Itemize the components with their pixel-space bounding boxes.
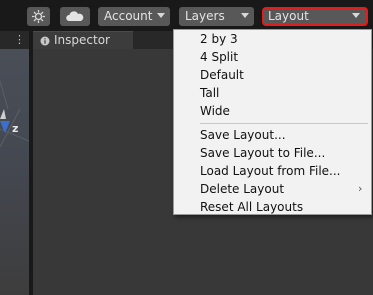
- chevron-right-icon: ›: [358, 182, 363, 195]
- menu-item-label: Save Layout...: [200, 128, 286, 142]
- menu-item-label: Reset All Layouts: [200, 200, 304, 214]
- layout-dropdown[interactable]: Layout: [262, 7, 368, 26]
- menu-item-tall[interactable]: Tall: [174, 84, 371, 102]
- chevron-down-icon: [157, 13, 165, 18]
- account-label: Account: [104, 9, 153, 23]
- main-toolbar: Account Layers Layout: [0, 0, 373, 32]
- menu-item-wide[interactable]: Wide: [174, 102, 371, 120]
- menu-item-4-split[interactable]: 4 Split: [174, 48, 371, 66]
- menu-separator: [200, 123, 368, 124]
- menu-item-label: Save Layout to File...: [200, 146, 326, 160]
- menu-item-load-layout-from-file[interactable]: Load Layout from File...: [174, 162, 371, 180]
- cloud-icon: [66, 11, 84, 21]
- menu-item-label: Load Layout from File...: [200, 164, 341, 178]
- tab-inspector-label: Inspector: [54, 33, 110, 47]
- tab-inspector[interactable]: Inspector: [33, 31, 133, 49]
- scene-view[interactable]: z: [0, 49, 29, 295]
- account-dropdown[interactable]: Account: [98, 7, 170, 26]
- menu-item-2-by-3[interactable]: 2 by 3: [174, 30, 371, 48]
- info-icon: [40, 36, 50, 46]
- menu-item-save-layout-to-file[interactable]: Save Layout to File...: [174, 144, 371, 162]
- layers-dropdown[interactable]: Layers: [179, 7, 254, 26]
- gizmo-z-axis-label: z: [12, 122, 19, 135]
- menu-item-label: 2 by 3: [200, 32, 238, 46]
- kebab-menu-icon[interactable]: ⋮: [14, 31, 25, 48]
- menu-item-reset-all-layouts[interactable]: Reset All Layouts: [174, 198, 371, 216]
- menu-item-default[interactable]: Default: [174, 66, 371, 84]
- menu-item-label: Delete Layout: [200, 182, 285, 196]
- layout-menu: 2 by 3 4 Split Default Tall Wide Save La…: [173, 29, 372, 215]
- menu-item-save-layout[interactable]: Save Layout...: [174, 126, 371, 144]
- layout-label: Layout: [268, 9, 309, 23]
- collab-button[interactable]: [27, 7, 50, 26]
- menu-item-delete-layout[interactable]: Delete Layout ›: [174, 180, 371, 198]
- menu-item-label: Tall: [200, 86, 220, 100]
- chevron-down-icon: [352, 13, 360, 18]
- collab-icon: [32, 10, 45, 23]
- chevron-down-icon: [241, 13, 249, 18]
- cloud-button[interactable]: [60, 7, 90, 26]
- menu-item-label: 4 Split: [200, 50, 239, 64]
- menu-item-label: Wide: [200, 104, 230, 118]
- menu-item-label: Default: [200, 68, 244, 82]
- layers-label: Layers: [185, 9, 225, 23]
